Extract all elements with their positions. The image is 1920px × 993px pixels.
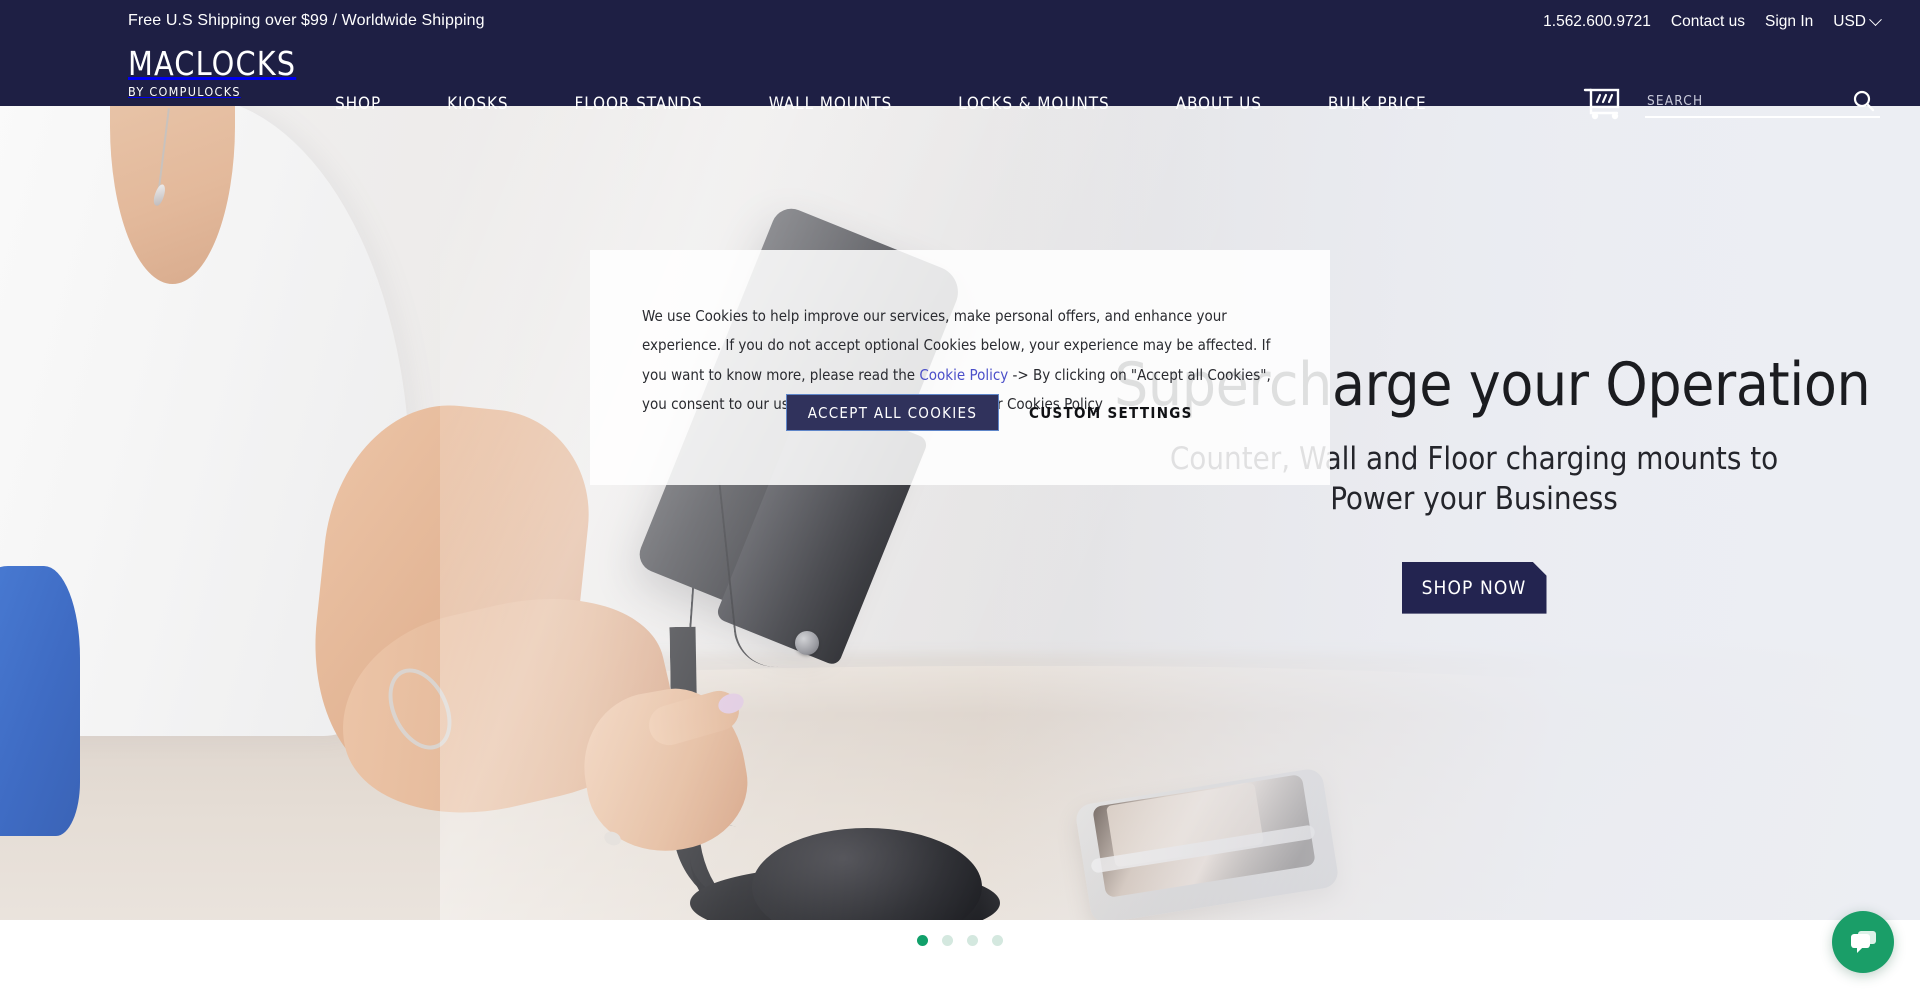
cookie-policy-link[interactable]: Cookie Policy [919, 366, 1008, 384]
contact-us-link[interactable]: Contact us [1671, 13, 1745, 31]
page-root: Free U.S Shipping over $99 / Worldwide S… [0, 0, 1920, 993]
carousel-dot-3[interactable] [967, 934, 978, 946]
shipping-note: Free U.S Shipping over $99 / Worldwide S… [128, 12, 485, 29]
currency-label: USD [1833, 13, 1866, 30]
logo-wordmark: MACLOCKS [128, 44, 297, 83]
cart-icon[interactable] [1583, 86, 1625, 120]
chat-widget-button[interactable] [1832, 911, 1894, 973]
accept-all-cookies-button[interactable]: ACCEPT ALL COOKIES [786, 394, 999, 431]
nav-item-locks-mounts[interactable]: LOCKS & MOUNTS [925, 94, 1143, 114]
primary-navigation: SHOP KIOSKS FLOOR STANDS WALL MOUNTS LOC… [335, 94, 1460, 114]
carousel-dot-2[interactable] [942, 934, 953, 946]
custom-settings-button[interactable]: CUSTOM SETTINGS [1029, 404, 1193, 422]
chat-bubbles-icon [1851, 931, 1876, 953]
site-logo[interactable]: MACLOCKS BY COMPULOCKS [128, 47, 303, 99]
carousel-dot-1[interactable] [917, 934, 928, 946]
nav-item-shop[interactable]: SHOP [335, 94, 414, 114]
site-header: Free U.S Shipping over $99 / Worldwide S… [0, 0, 1920, 120]
logo-tagline: BY COMPULOCKS [128, 84, 241, 99]
carousel-dot-4[interactable] [992, 934, 1003, 946]
photo-blue-sleeve [0, 566, 80, 836]
carousel-pagination [0, 920, 1920, 960]
currency-selector[interactable]: USD [1833, 12, 1882, 31]
header-tools [1583, 86, 1880, 120]
sign-in-link[interactable]: Sign In [1765, 13, 1813, 31]
nav-item-floor-stands[interactable]: FLOOR STANDS [542, 94, 736, 114]
photo-tilt-knob [795, 631, 819, 655]
main-nav-row: MACLOCKS BY COMPULOCKS SHOP KIOSKS FLOOR… [0, 40, 1920, 120]
chevron-down-icon [1869, 12, 1882, 26]
nav-item-about-us[interactable]: ABOUT US [1143, 94, 1295, 114]
hero-subheadline-line2: Power your Business [1330, 481, 1618, 518]
search-input[interactable] [1647, 88, 1837, 114]
search-box [1645, 88, 1880, 118]
search-icon[interactable] [1852, 89, 1876, 118]
cookie-consent-dialog: We use Cookies to help improve our servi… [590, 250, 1330, 485]
phone-link[interactable]: 1.562.600.9721 [1543, 13, 1651, 31]
cookie-button-row: ACCEPT ALL COOKIES CUSTOM SETTINGS [786, 394, 1193, 431]
utility-links: 1.562.600.9721 Contact us Sign In USD [1543, 12, 1882, 31]
shop-now-button[interactable]: SHOP NOW [1402, 562, 1547, 614]
nav-item-wall-mounts[interactable]: WALL MOUNTS [736, 94, 925, 114]
hero-carousel-slide: Supercharge your Operation Counter, Wall… [0, 106, 1920, 920]
nav-item-bulk-price[interactable]: BULK PRICE [1295, 94, 1460, 114]
search-underline [1645, 116, 1880, 118]
nav-item-kiosks[interactable]: KIOSKS [414, 94, 541, 114]
